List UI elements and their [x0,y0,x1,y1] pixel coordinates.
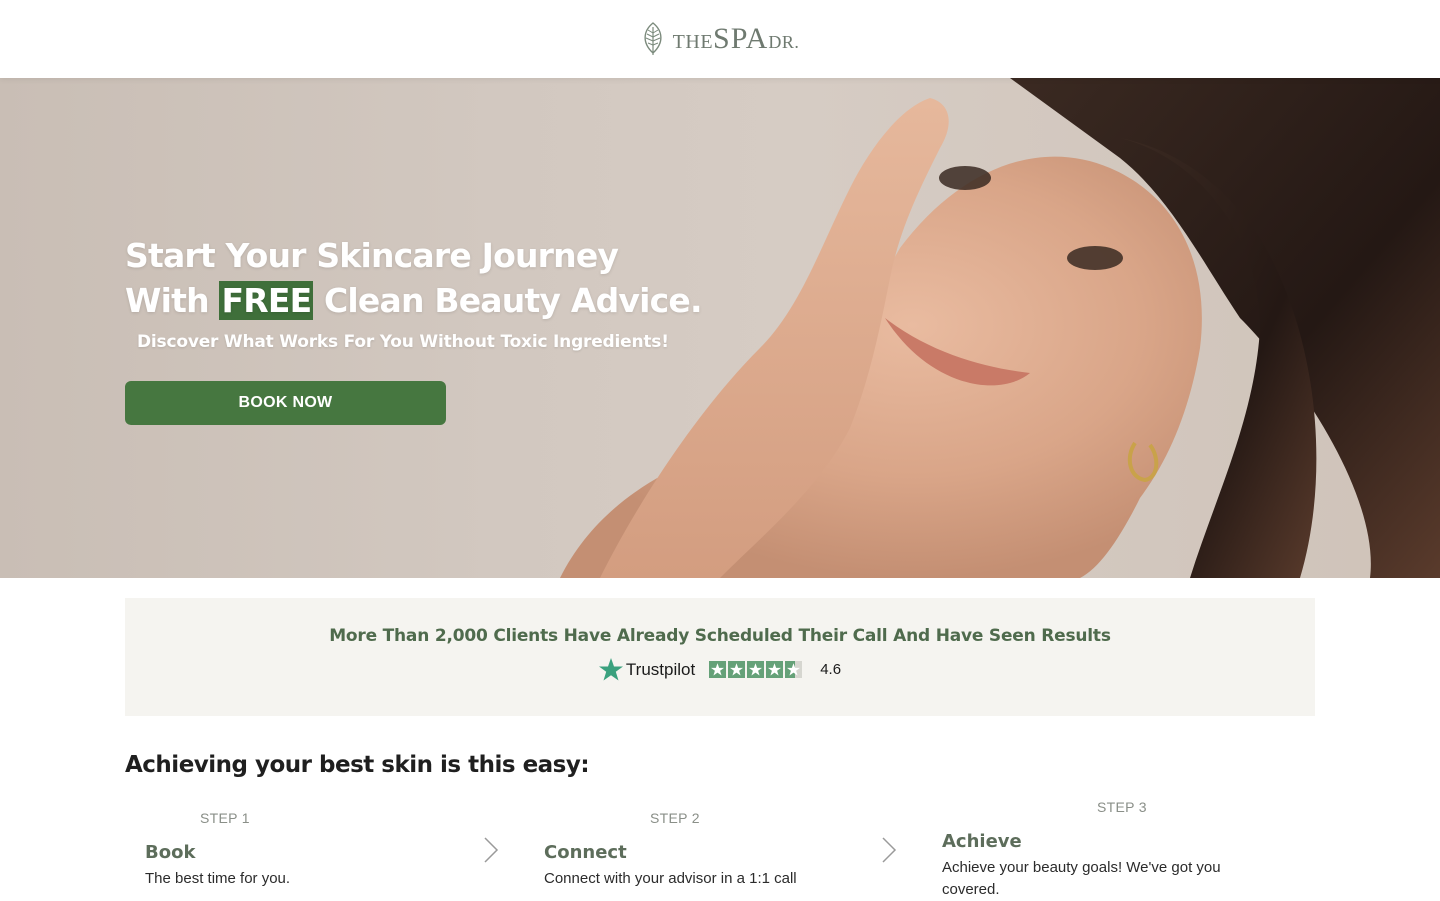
trustpilot-rating: 4.6 [820,661,842,678]
hero-woman-photo [560,78,1440,578]
hero-subtitle: Discover What Works For You Without Toxi… [137,332,669,352]
star-icon [747,661,765,678]
step-2-title: Connect [544,842,627,863]
logo-spa: SPA [713,22,769,55]
trustpilot-row[interactable]: Trustpilot 4.6 [125,658,1315,681]
step-2-desc: Connect with your advisor in a 1:1 call [544,870,797,887]
trustpilot-label: Trustpilot [625,659,696,679]
step-1-title: Book [145,842,196,863]
trustpilot-stars [709,661,803,678]
logo-the: THE [672,31,714,53]
star-icon [709,661,727,678]
logo-dr: DR [768,32,795,52]
trustpilot-brand: Trustpilot [598,658,696,681]
hero-title: Start Your Skincare Journey With FREE Cl… [125,233,703,323]
step-1-desc: The best time for you. [145,870,291,887]
social-proof-panel: More Than 2,000 Clients Have Already Sch… [125,598,1315,716]
hero-title-line2-pre: With [125,281,220,320]
site-header: THE SPA DR . [0,0,1440,78]
logo-mark: . [794,32,800,52]
site-logo[interactable]: THE SPA DR . [641,22,800,56]
trustpilot-star-icon [598,658,623,681]
chevron-right-icon [484,837,499,863]
social-proof-text: More Than 2,000 Clients Have Already Sch… [329,626,1111,646]
step-1-label: STEP 1 [200,810,250,826]
step-3-title: Achieve [942,831,1022,852]
hero-title-line2-post: Clean Beauty Advice. [313,281,703,320]
star-icon [728,661,746,678]
steps-heading: Achieving your best skin is this easy: [125,752,590,778]
free-highlight: FREE [219,281,314,320]
logo-wordmark: THE SPA DR . [673,22,800,56]
star-half-icon [785,661,803,678]
step-2-label: STEP 2 [650,810,700,826]
hero-title-line1: Start Your Skincare Journey [125,236,619,275]
leaf-logo-icon [644,22,662,55]
step-3-label: STEP 3 [1097,799,1147,815]
star-icon [766,661,784,678]
step-3-desc: Achieve your beauty goals! We've got you… [942,859,1221,898]
book-now-button[interactable]: BOOK NOW [125,381,446,425]
chevron-right-icon [882,837,897,863]
hero-section: Start Your Skincare Journey With FREE Cl… [0,78,1440,578]
